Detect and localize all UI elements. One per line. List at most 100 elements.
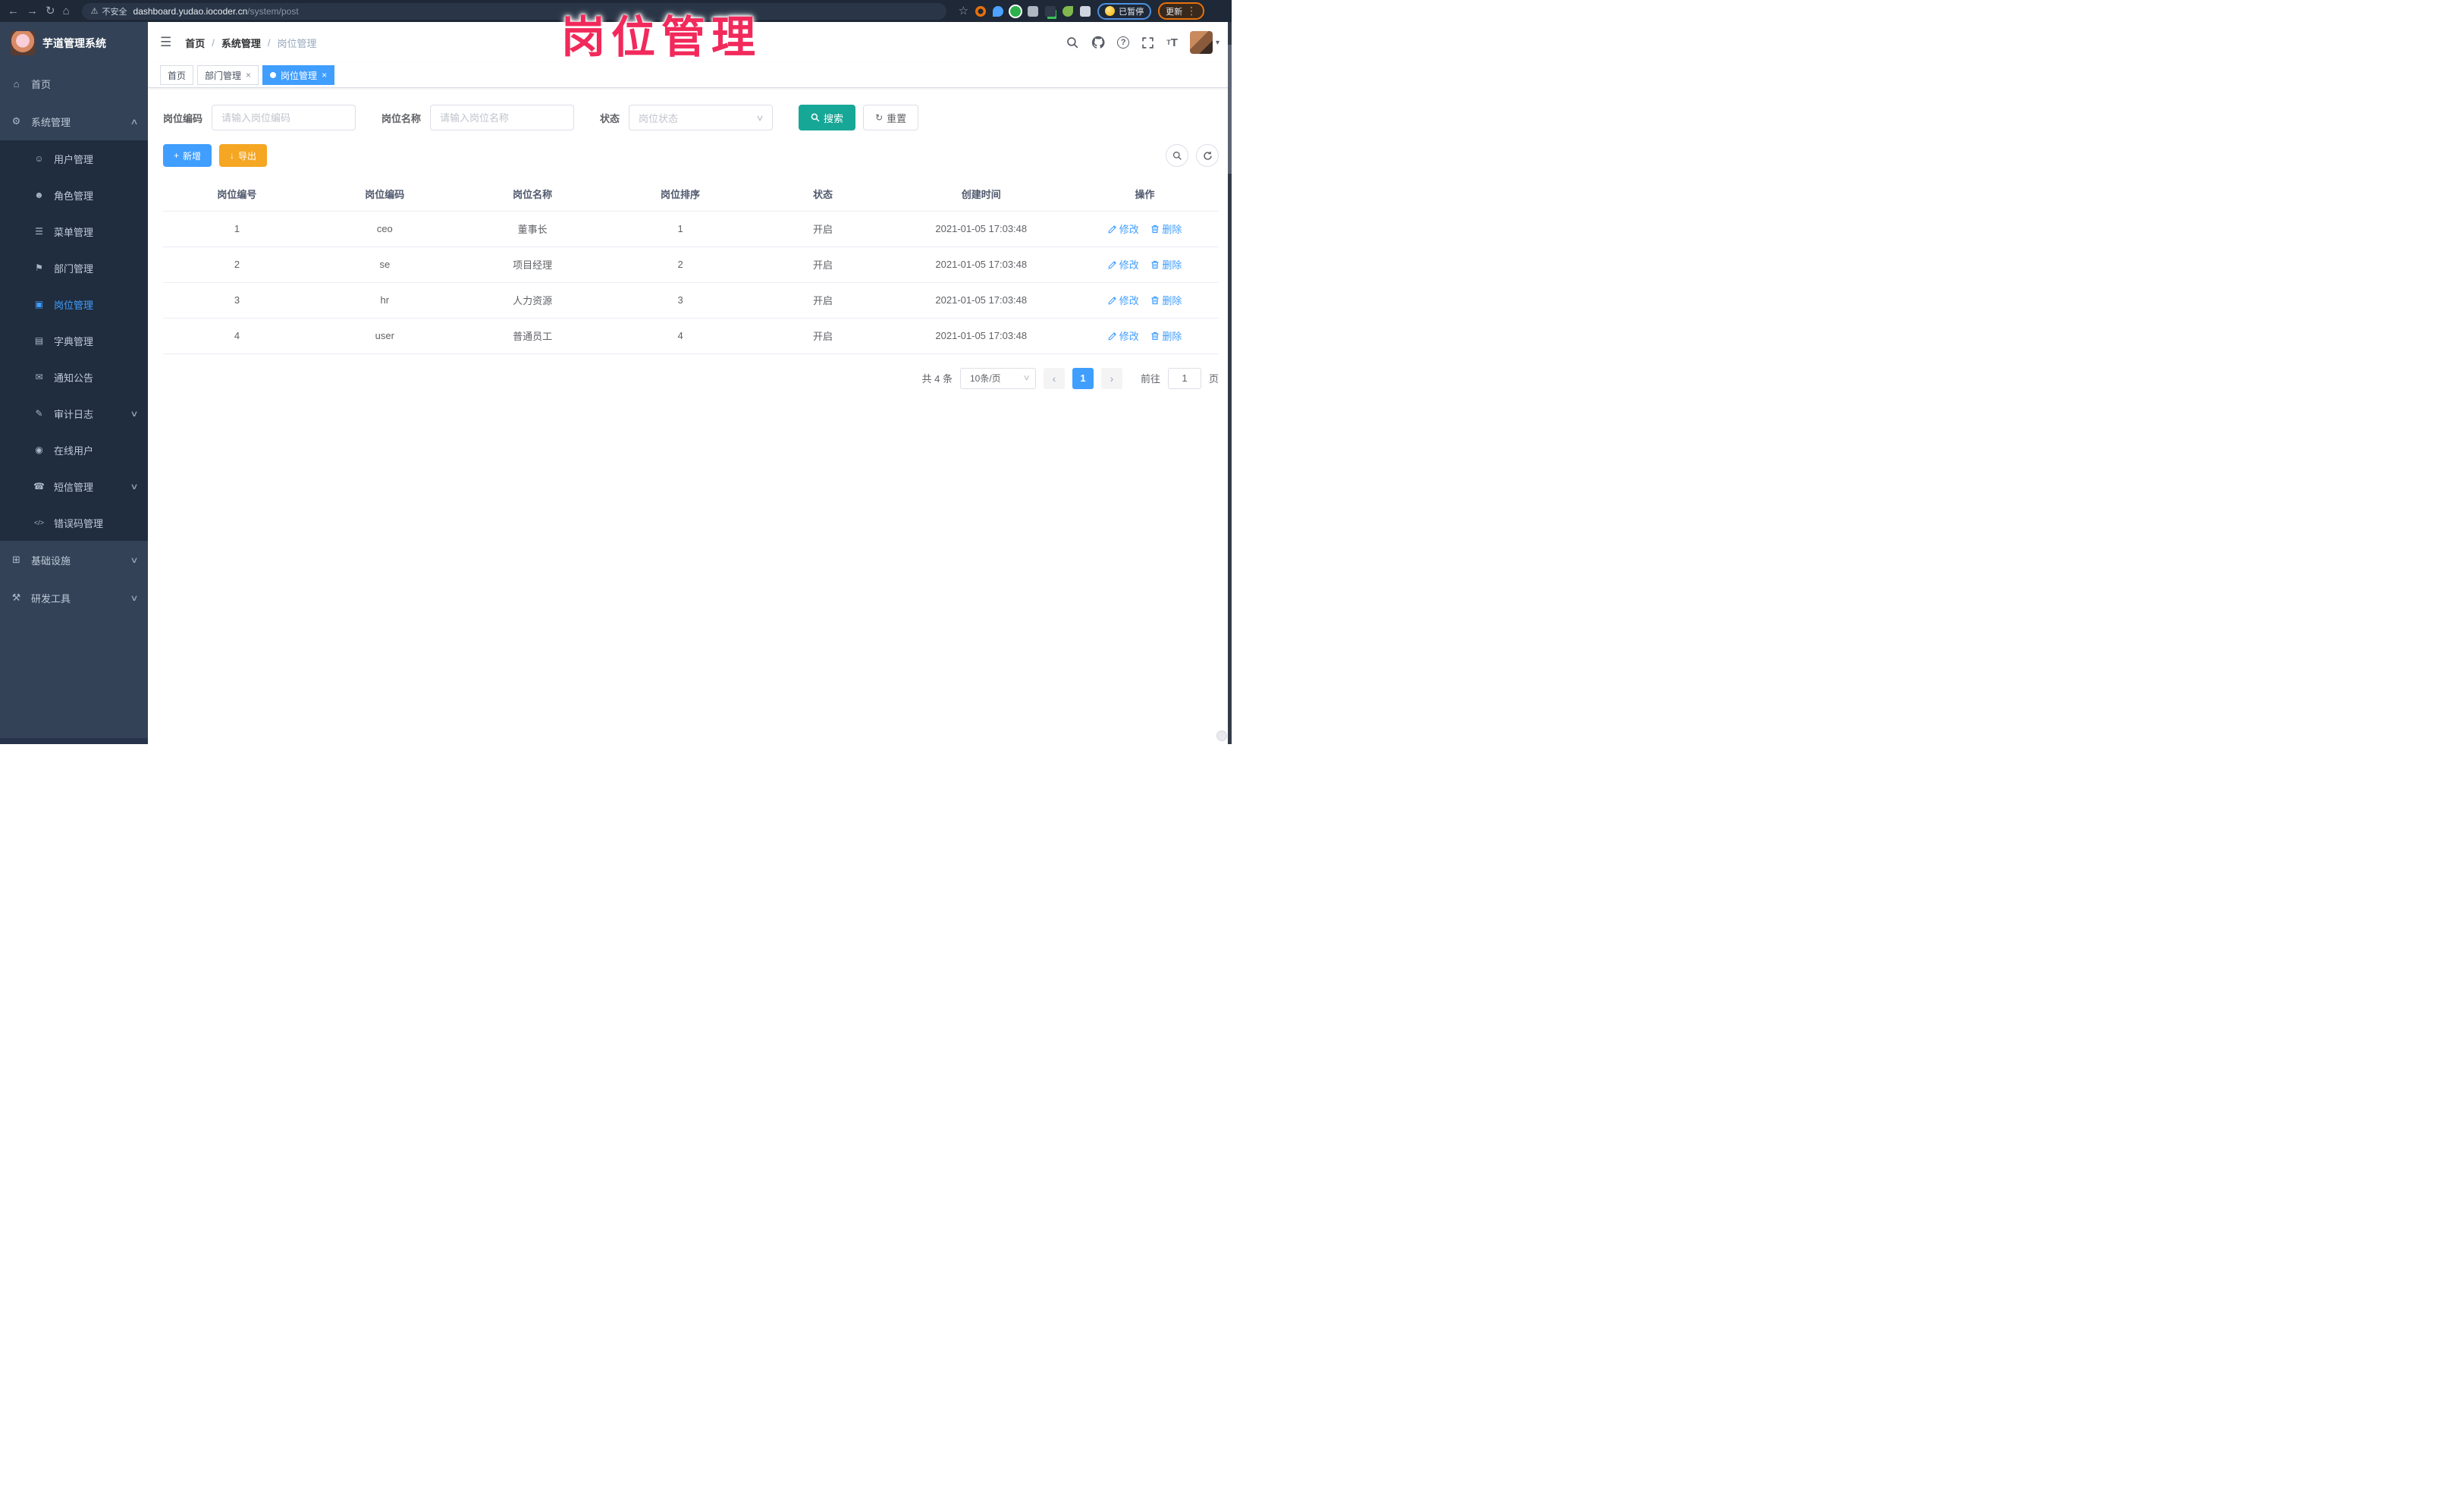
cell-post-sort: 3 <box>606 282 755 319</box>
sidebar-item-sms[interactable]: ☎ 短信管理 ∨ <box>0 468 148 504</box>
chevron-down-icon: ∨ <box>1022 374 1031 382</box>
back-icon[interactable]: ← <box>8 5 19 17</box>
cell-status: 开启 <box>754 211 892 247</box>
site-security-chip[interactable]: ⚠ 不安全 <box>91 5 127 17</box>
export-button[interactable]: ↓ 导出 <box>219 144 268 167</box>
cell-post-id: 3 <box>163 282 311 319</box>
search-button[interactable]: 搜索 <box>799 105 856 130</box>
user-avatar-menu[interactable]: ▾ <box>1189 31 1219 54</box>
extension-icon[interactable] <box>975 5 987 17</box>
extension-icon[interactable] <box>1010 5 1022 17</box>
forward-icon[interactable]: → <box>27 5 38 17</box>
sidebar-item-menus[interactable]: ☰ 菜单管理 <box>0 213 148 250</box>
sidebar-item-home[interactable]: ⌂ 首页 <box>0 64 148 102</box>
browser-home-icon[interactable]: ⌂ <box>63 5 70 17</box>
sidebar-item-system[interactable]: ⚙ 系统管理 ∧ <box>0 102 148 140</box>
status-select[interactable]: 岗位状态 ∨ <box>629 105 774 130</box>
edit-link[interactable]: 修改 <box>1108 257 1139 272</box>
close-icon[interactable]: × <box>246 70 251 80</box>
hamburger-icon[interactable]: ☰ <box>160 35 171 50</box>
sidebar-item-notices[interactable]: ✉ 通知公告 <box>0 359 148 395</box>
reload-icon[interactable]: ↻ <box>46 5 55 17</box>
close-icon[interactable]: × <box>322 70 327 80</box>
search-icon[interactable] <box>1066 36 1079 49</box>
sidebar-item-devtools[interactable]: ⚒ 研发工具 ∨ <box>0 579 148 617</box>
pagination: 共 4 条 10条/页 ∨ ‹ 1 › 前往 页 <box>163 367 1219 389</box>
tab-posts-active[interactable]: 岗位管理 × <box>262 65 335 85</box>
col-post-id: 岗位编号 <box>163 177 311 212</box>
download-icon: ↓ <box>230 150 235 161</box>
browser-menu-icon[interactable]: ⋮ <box>1186 5 1197 17</box>
page-scrollbar[interactable] <box>1228 22 1232 744</box>
extension-icon[interactable] <box>993 5 1004 17</box>
cell-post-id: 1 <box>163 211 311 247</box>
sidebar-item-dictionary[interactable]: ▤ 字典管理 <box>0 322 148 359</box>
extensions-cluster: ☆ 已暂停 更新 ⋮ <box>959 2 1205 20</box>
sidebar-item-infrastructure[interactable]: ⊞ 基础设施 ∨ <box>0 541 148 579</box>
cell-post-sort: 4 <box>606 318 755 354</box>
chevron-down-icon: ∨ <box>130 409 139 419</box>
profile-paused-pill[interactable]: 已暂停 <box>1097 2 1152 20</box>
edit-link[interactable]: 修改 <box>1108 221 1139 236</box>
fullscreen-icon[interactable] <box>1141 36 1154 49</box>
cell-post-code: se <box>310 247 459 283</box>
post-code-label: 岗位编码 <box>163 112 203 124</box>
extension-icon[interactable] <box>1028 5 1039 17</box>
notice-icon: ✉ <box>35 372 43 382</box>
github-icon[interactable] <box>1091 36 1105 49</box>
bottom-right-widget[interactable] <box>1216 730 1227 741</box>
breadcrumb-current: 岗位管理 <box>277 37 317 49</box>
sidebar-item-posts[interactable]: ▣ 岗位管理 <box>0 286 148 322</box>
reset-button[interactable]: ↻ 重置 <box>863 105 919 130</box>
breadcrumb-system[interactable]: 系统管理 <box>221 36 261 50</box>
chevron-down-icon: ∨ <box>130 593 139 603</box>
bookmark-star-icon[interactable]: ☆ <box>959 5 968 17</box>
chrome-update-button[interactable]: 更新 ⋮ <box>1158 2 1205 20</box>
cell-post-sort: 2 <box>606 247 755 283</box>
prev-page-button[interactable]: ‹ <box>1043 367 1065 389</box>
cell-actions: 修改 删除 <box>1071 318 1219 354</box>
delete-link[interactable]: 删除 <box>1150 221 1182 236</box>
toggle-search-button[interactable] <box>1166 144 1188 167</box>
help-icon[interactable]: ? <box>1117 36 1130 49</box>
sidebar-item-audit-log[interactable]: ✎ 审计日志 ∨ <box>0 395 148 432</box>
sidebar-item-roles[interactable]: ☻ 角色管理 <box>0 177 148 213</box>
extension-icon[interactable] <box>1045 5 1056 17</box>
tab-departments[interactable]: 部门管理 × <box>197 65 259 85</box>
delete-link[interactable]: 删除 <box>1150 293 1182 307</box>
post-name-input[interactable] <box>430 105 575 130</box>
sidebar-submenu-system: ☺ 用户管理 ☻ 角色管理 ☰ 菜单管理 ⚑ 部门管理 ▣ 岗位管理 ▤ 字典管… <box>0 140 148 541</box>
edit-link[interactable]: 修改 <box>1108 293 1139 307</box>
puzzle-extensions-icon[interactable] <box>1080 5 1091 17</box>
address-bar[interactable]: ⚠ 不安全 dashboard.yudao.iocoder.cn/system/… <box>81 2 946 20</box>
dict-icon: ▤ <box>34 335 44 346</box>
cell-created: 2021-01-05 17:03:48 <box>891 318 1072 354</box>
extension-icon[interactable] <box>1063 5 1074 17</box>
delete-link[interactable]: 删除 <box>1150 257 1182 272</box>
font-size-icon[interactable]: TT <box>1166 36 1178 49</box>
sidebar-item-online-users[interactable]: ◉ 在线用户 <box>0 432 148 468</box>
caret-down-icon: ▾ <box>1215 38 1219 47</box>
breadcrumb-home[interactable]: 首页 <box>185 36 205 50</box>
edit-link[interactable]: 修改 <box>1108 328 1139 343</box>
delete-link[interactable]: 删除 <box>1150 328 1182 343</box>
profile-avatar-emoji <box>1105 6 1116 16</box>
goto-page-input[interactable] <box>1167 367 1201 389</box>
audit-log-icon: ✎ <box>35 408 43 419</box>
page-size-select[interactable]: 10条/页 ∨ <box>959 367 1036 389</box>
sidebar-item-departments[interactable]: ⚑ 部门管理 <box>0 250 148 286</box>
add-button[interactable]: + 新增 <box>163 144 212 167</box>
next-page-button[interactable]: › <box>1100 367 1122 389</box>
page-number-1[interactable]: 1 <box>1072 367 1094 389</box>
post-code-input[interactable] <box>212 105 356 130</box>
cell-post-id: 4 <box>163 318 311 354</box>
tab-home[interactable]: 首页 <box>160 65 194 85</box>
col-actions: 操作 <box>1071 177 1219 212</box>
sidebar-item-error-codes[interactable]: </> 错误码管理 <box>0 504 148 541</box>
sidebar-menu-bottom: ⊞ 基础设施 ∨ ⚒ 研发工具 ∨ <box>0 541 148 617</box>
app-logo-row[interactable]: 芋道管理系统 <box>0 22 148 64</box>
cell-post-name: 董事长 <box>458 211 607 247</box>
refresh-button[interactable] <box>1196 144 1219 167</box>
scrollbar-thumb[interactable] <box>1228 45 1232 174</box>
sidebar-item-users[interactable]: ☺ 用户管理 <box>0 140 148 177</box>
